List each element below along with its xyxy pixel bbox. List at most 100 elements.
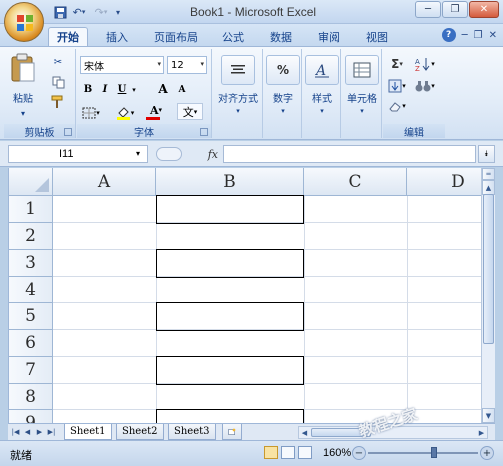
minimize-button[interactable]: ─ (415, 1, 441, 18)
tab-page-layout[interactable]: 页面布局 (146, 27, 206, 46)
scroll-down-icon[interactable]: ▼ (482, 408, 495, 423)
format-painter-icon[interactable] (50, 95, 66, 109)
borders-button[interactable]: ▾ (81, 104, 101, 121)
font-launcher-icon[interactable] (200, 128, 208, 136)
alignment-dropdown-icon[interactable]: ▾ (231, 106, 245, 116)
last-sheet-icon[interactable]: ▶| (46, 426, 57, 438)
row-header-4[interactable]: 4 (9, 277, 53, 303)
row-header-9[interactable]: 9 (9, 410, 53, 423)
zoom-level-text[interactable]: 160% (323, 447, 351, 459)
styles-button[interactable]: A (305, 55, 339, 85)
font-color-button[interactable]: A ▾ (143, 103, 169, 120)
sheet-tab-3[interactable]: Sheet3 (168, 424, 216, 440)
row-header-5[interactable]: 5 (9, 303, 53, 330)
grow-font-button[interactable]: A (155, 80, 171, 97)
first-sheet-icon[interactable]: |◀ (10, 426, 21, 438)
cells-dropdown-icon[interactable]: ▾ (355, 106, 369, 116)
row-header-3[interactable]: 3 (9, 250, 53, 277)
page-break-preview-icon[interactable] (298, 446, 312, 459)
cell-b7[interactable] (156, 356, 304, 385)
underline-dropdown-icon[interactable]: ▾ (129, 81, 139, 98)
vertical-scrollbar[interactable]: ═ ▲ ▼ (481, 168, 495, 423)
font-name-select[interactable]: 宋体 ▾ (80, 56, 164, 74)
bold-button[interactable]: B (81, 81, 95, 98)
cell-b5[interactable] (156, 302, 304, 331)
ribbon-restore-icon[interactable]: ❐ (474, 30, 483, 41)
zoom-slider-track[interactable] (368, 452, 478, 454)
office-button[interactable] (4, 2, 44, 42)
cut-icon[interactable]: ✂ (50, 55, 66, 69)
help-icon[interactable]: ? (441, 28, 456, 42)
sheet-tab-2[interactable]: Sheet2 (116, 424, 164, 440)
insert-sheet-button[interactable] (222, 424, 242, 440)
cell-b9[interactable] (156, 409, 304, 423)
vertical-scroll-thumb[interactable] (483, 194, 494, 344)
page-layout-view-icon[interactable] (281, 446, 295, 459)
tab-home[interactable]: 开始 (48, 27, 88, 46)
split-handle-icon[interactable]: ═ (482, 168, 495, 180)
number-format-button[interactable]: % (266, 55, 300, 85)
tab-review[interactable]: 审阅 (310, 27, 348, 46)
row-header-2[interactable]: 2 (9, 223, 53, 250)
font-size-select[interactable]: 12 ▾ (167, 56, 207, 74)
tab-view[interactable]: 视图 (358, 27, 396, 46)
row-header-1[interactable]: 1 (9, 196, 53, 223)
prev-sheet-icon[interactable]: ◀ (22, 426, 33, 438)
fill-color-button[interactable]: ▾ (113, 104, 137, 121)
next-sheet-icon[interactable]: ▶ (34, 426, 45, 438)
insert-function-button[interactable]: fx (152, 145, 222, 163)
cell-b1[interactable] (156, 195, 304, 224)
column-header-a[interactable]: A (53, 168, 156, 196)
underline-button[interactable]: U (115, 81, 129, 98)
restore-button[interactable]: ❐ (442, 1, 468, 18)
clipboard-launcher-icon[interactable] (64, 128, 72, 136)
row-header-7[interactable]: 7 (9, 357, 53, 384)
row-header-6[interactable]: 6 (9, 330, 53, 357)
scroll-up-icon[interactable]: ▲ (482, 180, 495, 195)
tab-data[interactable]: 数据 (262, 27, 300, 46)
redo-icon[interactable]: ↷ ▾ (90, 4, 112, 20)
shrink-font-button[interactable]: A (175, 81, 189, 98)
styles-dropdown-icon[interactable]: ▾ (315, 106, 329, 116)
tab-insert[interactable]: 插入 (98, 27, 136, 46)
cells-button[interactable] (345, 55, 379, 85)
alignment-button[interactable] (221, 55, 255, 85)
ribbon-minimize-icon[interactable]: ─ (462, 30, 468, 41)
name-box[interactable]: I11 (8, 145, 148, 163)
zoom-slider-thumb[interactable] (431, 447, 437, 458)
formula-input[interactable] (223, 145, 476, 163)
paste-icon[interactable] (8, 53, 38, 83)
expand-formula-bar-icon[interactable]: ⯯ (478, 145, 495, 163)
italic-button[interactable]: I (98, 81, 112, 98)
select-all-button[interactable] (9, 168, 53, 196)
fill-button[interactable]: ▾ (387, 77, 407, 94)
column-header-b[interactable]: B (156, 168, 304, 196)
autosum-button[interactable]: Σ ▾ (387, 55, 407, 72)
close-button[interactable]: ✕ (469, 1, 499, 18)
tab-formulas[interactable]: 公式 (214, 27, 252, 46)
worksheet-grid[interactable]: A B C D 1 2 3 4 5 6 7 8 9 (8, 168, 481, 423)
phonetic-guide-button[interactable]: 文 ▾ (177, 103, 203, 120)
copy-icon[interactable] (50, 75, 66, 89)
paste-label[interactable]: 粘贴 (8, 90, 38, 105)
name-box-dropdown-icon[interactable]: ▾ (136, 149, 140, 158)
undo-icon[interactable]: ↶ ▾ (68, 4, 90, 20)
customize-quick-access-icon[interactable]: ▾ (112, 4, 124, 20)
paste-dropdown-icon[interactable]: ▾ (6, 107, 40, 119)
row-header-8[interactable]: 8 (9, 384, 53, 410)
find-select-button[interactable]: ▾ (413, 77, 437, 94)
cell-b3[interactable] (156, 249, 304, 278)
clear-button[interactable]: ▾ (387, 97, 407, 114)
column-header-c[interactable]: C (304, 168, 407, 196)
scroll-left-icon[interactable]: ◀ (299, 427, 310, 438)
save-icon[interactable] (52, 4, 68, 20)
column-header-d[interactable]: D (407, 168, 481, 196)
scroll-right-icon[interactable]: ▶ (476, 427, 487, 438)
ribbon-close-icon[interactable]: ✕ (489, 30, 497, 41)
sheet-tab-1[interactable]: Sheet1 (64, 424, 112, 440)
zoom-in-button[interactable]: + (480, 446, 494, 460)
zoom-out-button[interactable]: − (352, 446, 366, 460)
sort-filter-button[interactable]: A Z ▾ (413, 55, 437, 72)
normal-view-icon[interactable] (264, 446, 278, 459)
number-dropdown-icon[interactable]: ▾ (276, 106, 290, 116)
